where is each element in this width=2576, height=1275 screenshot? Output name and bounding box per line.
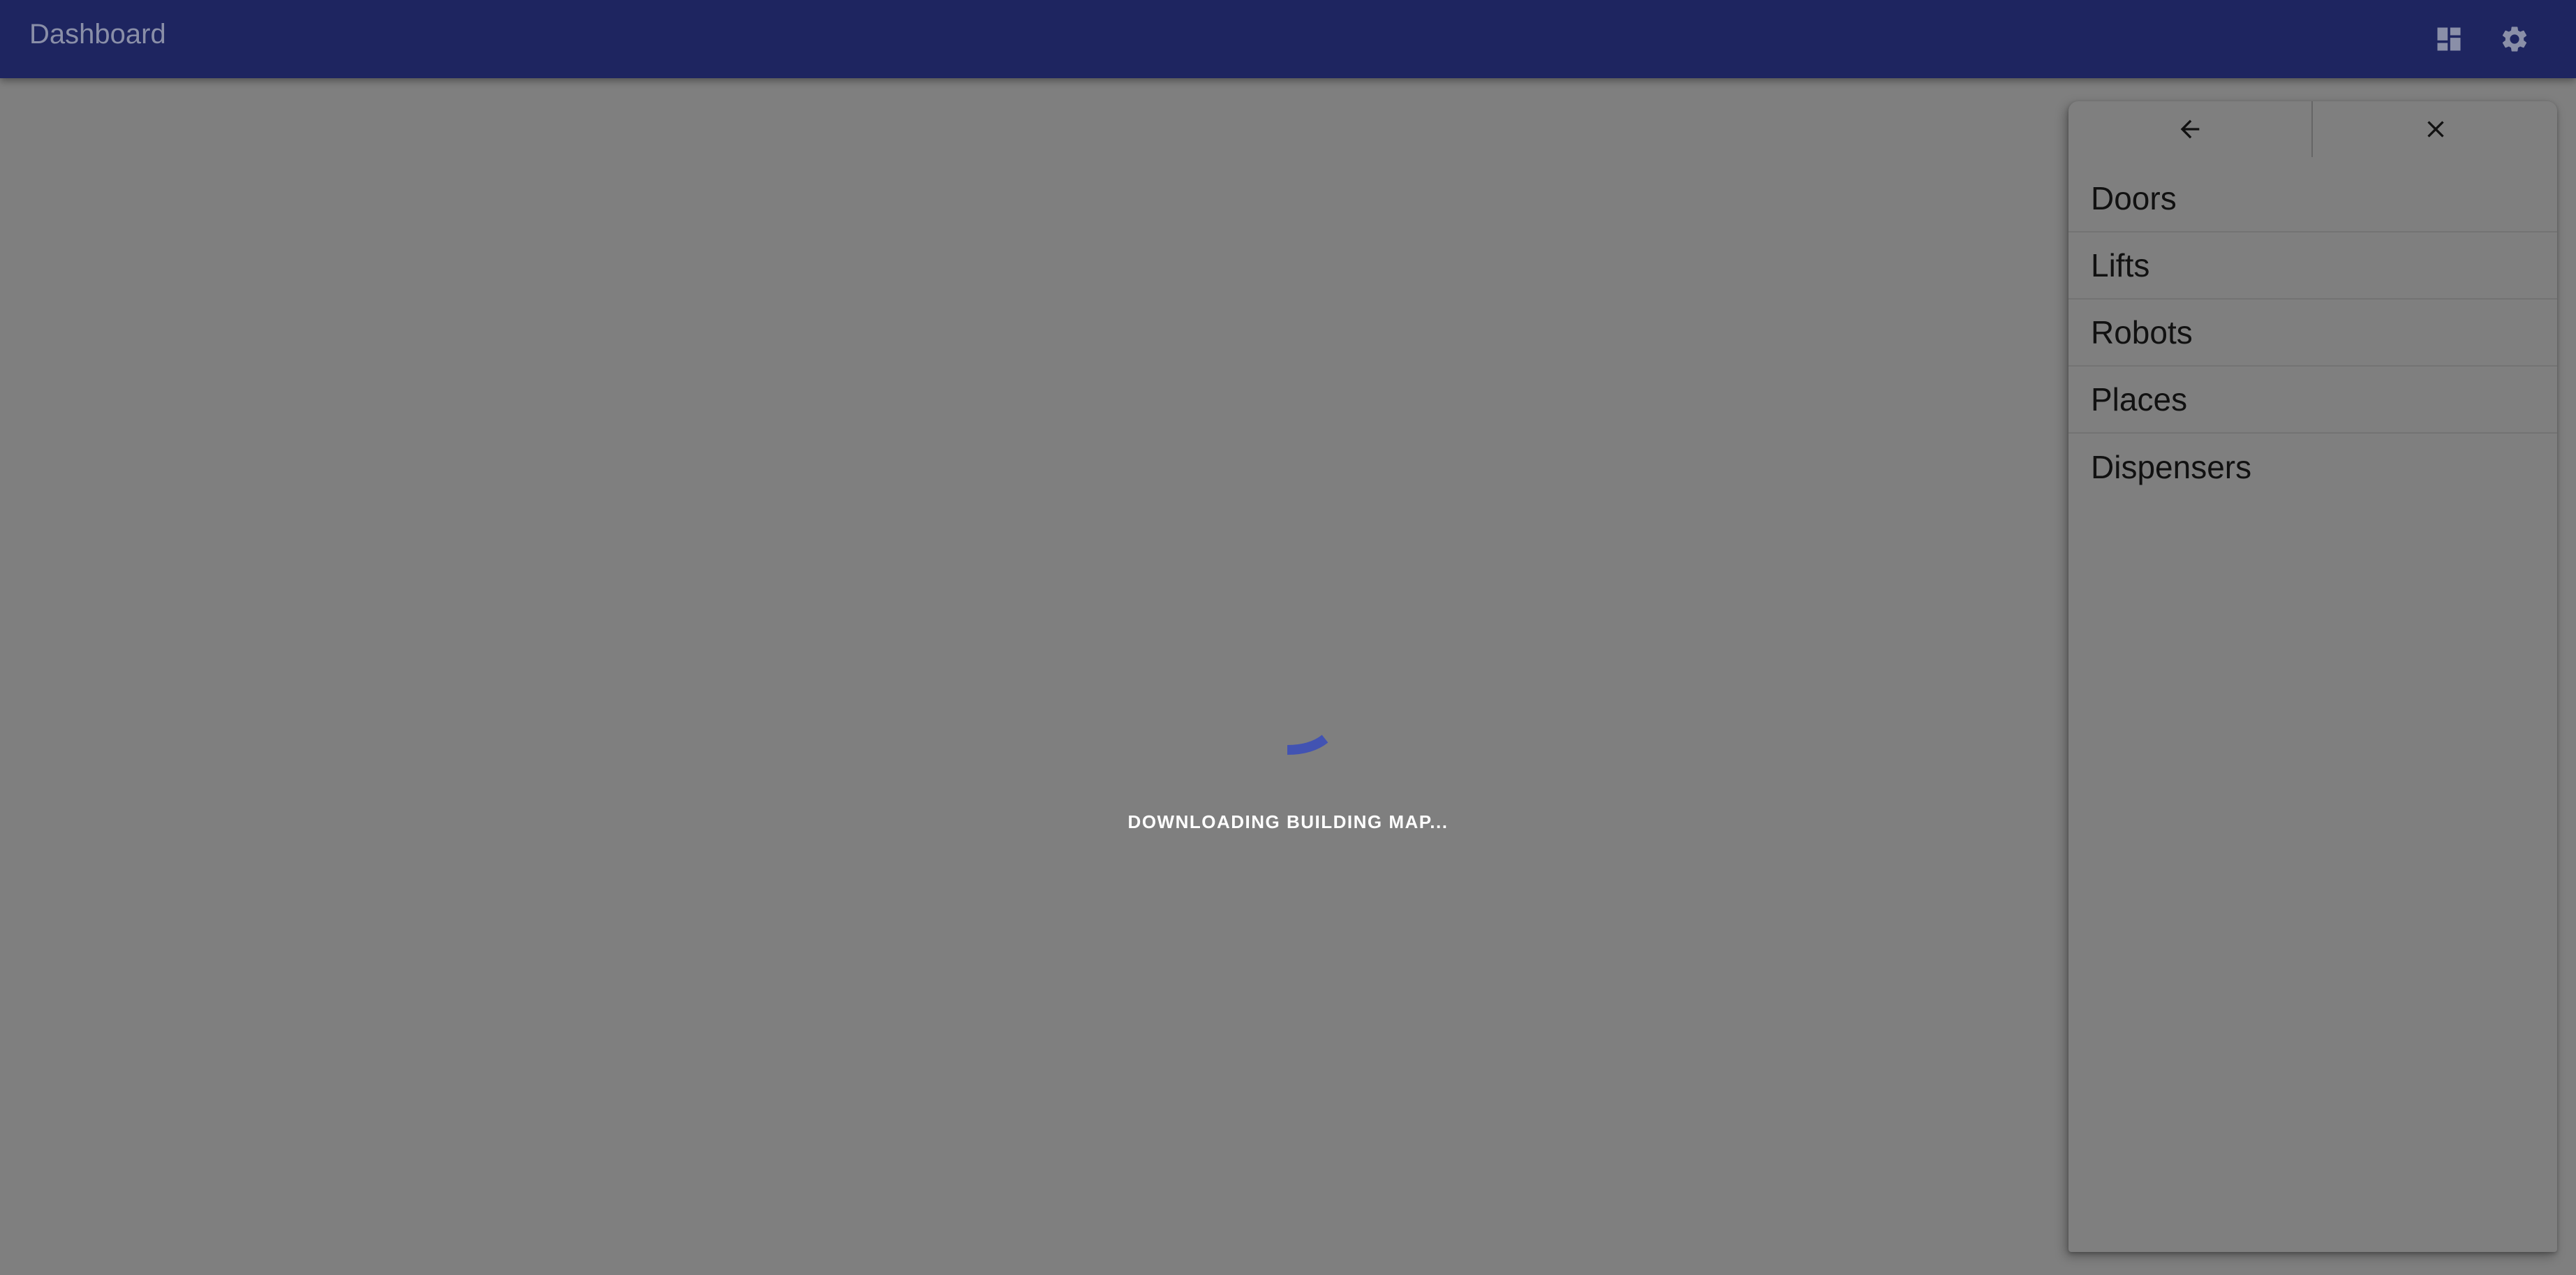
gear-icon <box>2502 27 2527 52</box>
arrow-left-icon <box>2180 119 2200 139</box>
loading-message: DOWNLOADING BUILDING MAP... <box>1127 811 1449 832</box>
menu-item-robots[interactable]: Robots <box>2068 300 2557 367</box>
app-bar: Dashboard <box>0 0 2576 78</box>
settings-button[interactable] <box>2492 17 2537 61</box>
close-button[interactable] <box>2314 101 2557 157</box>
app-title: Dashboard <box>29 19 166 50</box>
menu-item-dispensers[interactable]: Dispensers <box>2068 434 2557 501</box>
panel-header <box>2068 101 2557 157</box>
menu-item-label: Places <box>2091 381 2188 418</box>
panel-header-divider <box>2311 101 2313 157</box>
close-icon <box>2427 121 2444 138</box>
menu-item-label: Lifts <box>2091 247 2150 283</box>
panel-menu: Doors Lifts Robots Places Dispensers <box>2068 165 2557 501</box>
dashboard-icon <box>2437 27 2461 51</box>
menu-item-label: Doors <box>2091 180 2177 216</box>
loading-spinner <box>1287 735 1328 755</box>
menu-item-lifts[interactable]: Lifts <box>2068 233 2557 300</box>
back-button[interactable] <box>2068 101 2311 157</box>
menu-item-places[interactable]: Places <box>2068 367 2557 434</box>
menu-item-label: Dispensers <box>2091 449 2252 485</box>
menu-item-doors[interactable]: Doors <box>2068 165 2557 233</box>
side-panel: Doors Lifts Robots Places Dispensers <box>2068 101 2557 1252</box>
dashboard-button[interactable] <box>2427 17 2471 61</box>
menu-item-label: Robots <box>2091 314 2193 351</box>
